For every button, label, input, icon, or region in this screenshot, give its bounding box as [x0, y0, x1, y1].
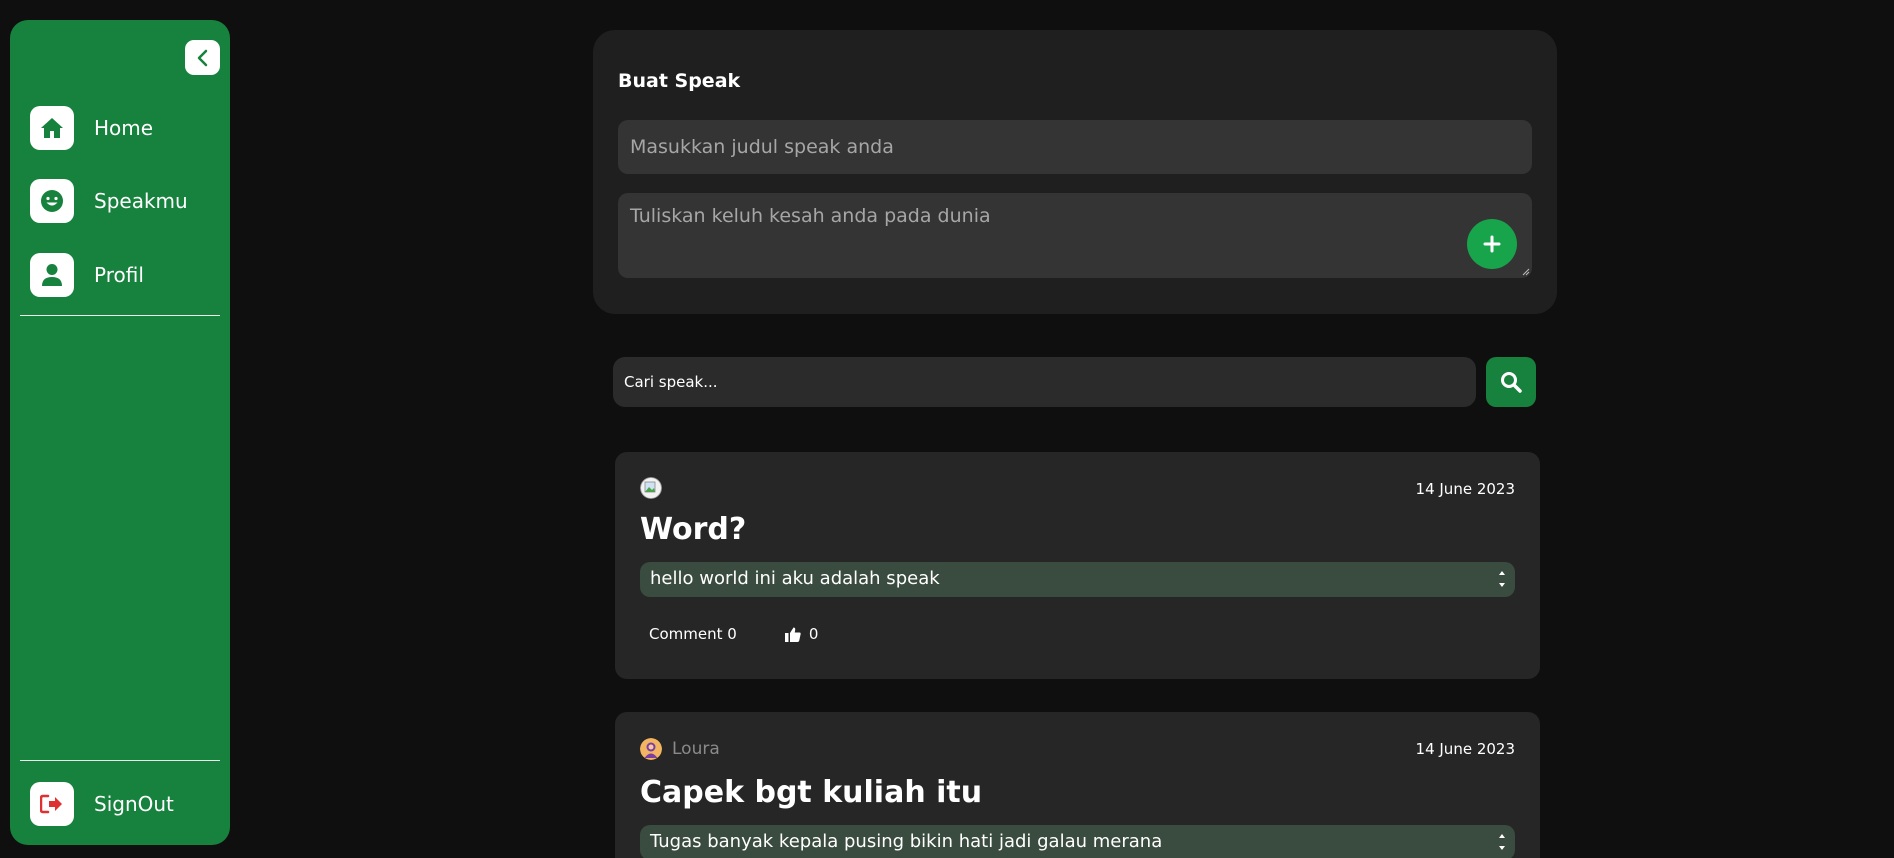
sidebar-item-home[interactable]: Home [30, 106, 153, 150]
comment-button[interactable]: Comment 0 [649, 625, 737, 643]
search-icon [1501, 372, 1522, 393]
thumbs-up-icon [784, 627, 801, 642]
sidebar-item-profil[interactable]: Profil [30, 253, 144, 297]
sidebar: Home Speakmu Profil SignOut [10, 20, 230, 845]
speak-title-input[interactable] [618, 120, 1532, 174]
avatar [640, 738, 662, 760]
chevron-left-icon [197, 49, 207, 66]
search-input[interactable] [613, 357, 1476, 407]
signout-button[interactable]: SignOut [30, 782, 174, 826]
like-button[interactable]: 0 [784, 625, 819, 643]
speak-post: 14 June 2023 Word? hello world ini aku a… [615, 452, 1540, 679]
post-date: 14 June 2023 [1415, 740, 1515, 758]
user-icon [30, 253, 74, 297]
add-speak-button[interactable] [1467, 219, 1517, 269]
sidebar-item-label: Speakmu [94, 189, 188, 213]
resize-handle-icon[interactable] [1522, 268, 1530, 276]
signout-label: SignOut [94, 792, 174, 816]
sidebar-item-label: Home [94, 116, 154, 140]
home-icon [30, 106, 74, 150]
post-body-text: hello world ini aku adalah speak [650, 568, 940, 589]
post-author[interactable]: Loura [672, 739, 720, 759]
post-title: Capek bgt kuliah itu [640, 775, 983, 810]
divider [20, 315, 220, 316]
create-speak-title: Buat Speak [618, 70, 741, 92]
collapse-sidebar-button[interactable] [185, 40, 220, 75]
plus-icon [1483, 235, 1501, 253]
like-count: 0 [808, 625, 819, 643]
search-button[interactable] [1486, 357, 1536, 407]
scroll-arrows-icon[interactable] [1497, 830, 1507, 854]
post-body[interactable]: Tugas banyak kepala pusing bikin hati ja… [640, 825, 1515, 858]
scroll-arrows-icon[interactable] [1497, 567, 1507, 591]
post-date: 14 June 2023 [1415, 480, 1515, 498]
speak-body-input[interactable] [618, 193, 1532, 278]
sidebar-item-speakmu[interactable]: Speakmu [30, 179, 188, 223]
avatar [640, 477, 662, 499]
post-title: Word? [640, 512, 747, 547]
speak-post: Loura 14 June 2023 Capek bgt kuliah itu … [615, 712, 1540, 858]
create-speak-card: Buat Speak [593, 30, 1557, 314]
post-body-text: Tugas banyak kepala pusing bikin hati ja… [650, 831, 1163, 852]
post-actions: Comment 0 0 [649, 625, 818, 643]
smile-icon [30, 179, 74, 223]
signout-icon [30, 782, 74, 826]
post-body[interactable]: hello world ini aku adalah speak [640, 562, 1515, 597]
divider [20, 760, 220, 761]
sidebar-item-label: Profil [94, 263, 144, 287]
